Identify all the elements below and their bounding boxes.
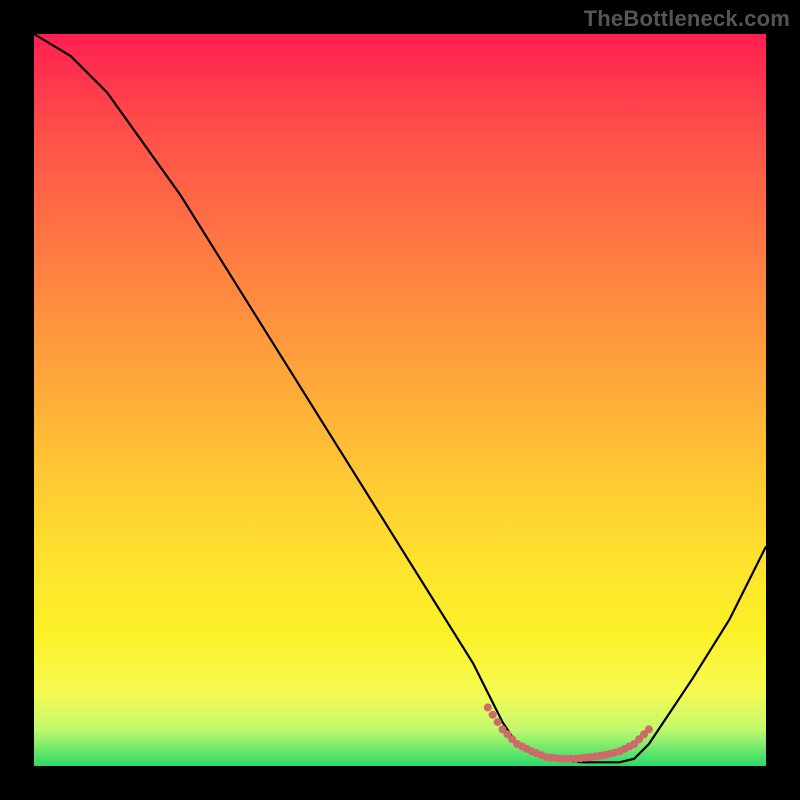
dotted-line [484, 703, 653, 762]
curve-line [34, 34, 766, 762]
dot [484, 703, 492, 711]
dot [494, 718, 502, 726]
dot [489, 711, 497, 719]
chart-frame: TheBottleneck.com [0, 0, 800, 800]
dot [645, 725, 653, 733]
plot-svg [34, 34, 766, 766]
watermark-text: TheBottleneck.com [584, 6, 790, 32]
plot-area [34, 34, 766, 766]
